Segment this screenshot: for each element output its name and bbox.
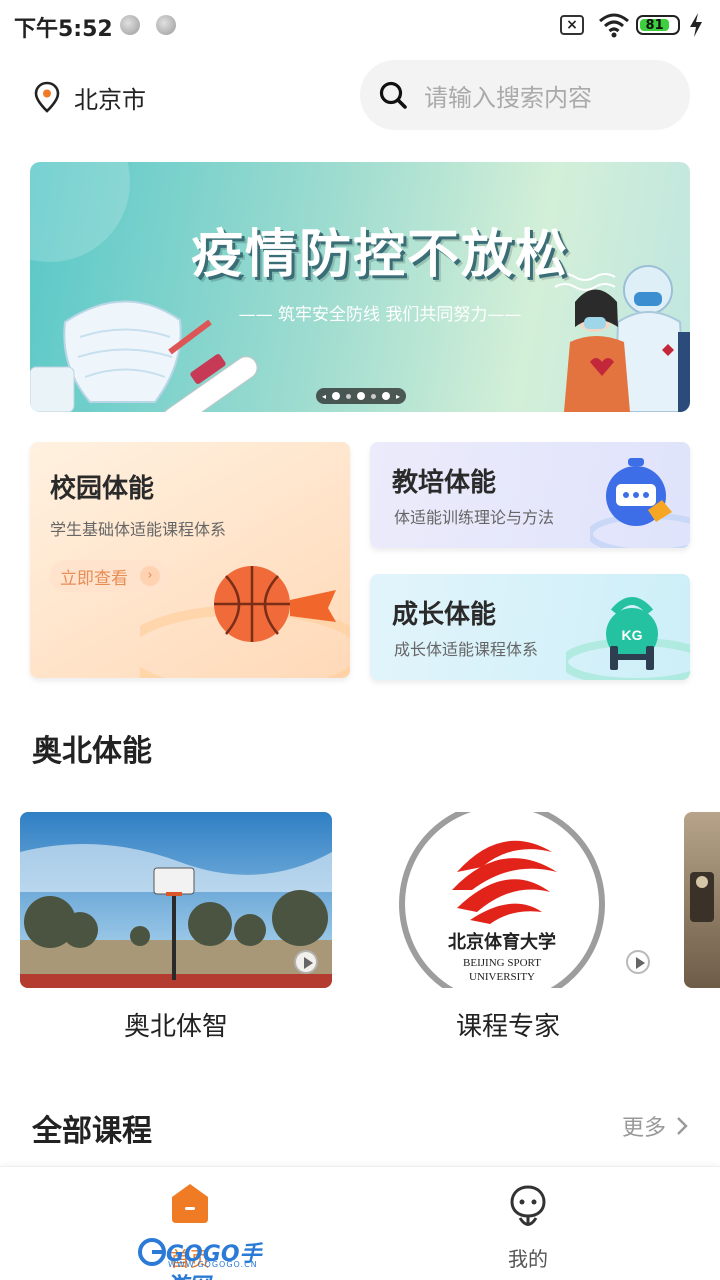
more-label: 更多 xyxy=(621,1116,666,1141)
card-subtitle: 体适能训练理论与方法 xyxy=(394,508,555,527)
search-bar[interactable]: 请输入搜索内容 xyxy=(360,60,690,130)
category-card-campus[interactable]: 校园体能 学生基础体适能课程体系 立即查看 › xyxy=(30,442,350,678)
battery-icon: 81 xyxy=(636,15,680,35)
status-bar: 下午5:52 × 81 xyxy=(0,0,720,52)
city-label: 北京市 xyxy=(74,85,146,114)
card-subtitle: 成长体适能课程体系 xyxy=(394,640,539,659)
play-icon xyxy=(626,950,650,974)
bottom-navigation: 首页 我的 xyxy=(0,1166,720,1280)
status-time: 下午5:52 xyxy=(14,17,113,42)
card-title: 校园体能 xyxy=(50,474,155,504)
indicator-dot xyxy=(371,393,376,399)
category-card-coach[interactable]: 教培体能 体适能训练理论与方法 xyxy=(370,442,690,548)
wifi-icon xyxy=(599,13,629,38)
notification-icon xyxy=(156,15,176,35)
indicator-dot xyxy=(332,392,340,400)
more-link[interactable]: 更多 xyxy=(622,1110,688,1142)
course-tile-image[interactable]: 北京体育大学 BEIJING SPORT UNIVERSITY xyxy=(352,812,664,988)
home-icon xyxy=(172,1184,208,1223)
watermark-url: WWW.GOGOGO.CN xyxy=(168,1260,258,1269)
kg-label: KG xyxy=(622,627,643,643)
logo-chinese-text: 北京体育大学 xyxy=(448,931,556,953)
banner-title: 疫情防控不放松 xyxy=(190,225,569,285)
indicator-right-arrow-icon: ▸ xyxy=(396,391,401,401)
basketball-court-image xyxy=(20,812,332,988)
nav-mine-label: 我的 xyxy=(508,1247,548,1271)
search-icon xyxy=(379,81,407,109)
course-tile-label[interactable]: 奥北体智 xyxy=(20,1006,332,1043)
category-card-growth[interactable]: 成长体能 成长体适能课程体系 KG xyxy=(370,574,690,680)
location-selector[interactable]: 北京市 xyxy=(34,80,146,114)
watermark-text: GOGO手游网 xyxy=(166,1242,262,1280)
play-icon xyxy=(294,950,318,974)
banner-subtitle: —— 筑牢安全防线 我们共同努力—— xyxy=(238,305,522,325)
featured-section-title: 奥北体能 xyxy=(32,734,152,769)
location-pin-icon xyxy=(34,81,60,113)
charging-icon xyxy=(690,13,702,37)
logo-english-line2: UNIVERSITY xyxy=(469,971,535,983)
kettlebell-icon: KG xyxy=(566,597,690,680)
card-subtitle: 学生基础体适能课程体系 xyxy=(50,520,227,539)
nav-mine-tab[interactable]: 我的 xyxy=(448,1181,608,1277)
indicator-left-arrow-icon: ◂ xyxy=(321,391,326,401)
indicator-dot xyxy=(346,393,351,399)
notification-icon xyxy=(120,15,140,35)
watermark-logo: GOGO手游网 WWW.GOGOGO.CN xyxy=(138,1234,278,1280)
all-courses-title: 全部课程 xyxy=(32,1114,152,1149)
university-logo-image: 北京体育大学 BEIJING SPORT UNIVERSITY xyxy=(399,812,605,988)
user-icon xyxy=(510,1185,546,1226)
indicator-dot-active xyxy=(382,392,390,400)
carousel-indicator: ◂ ▸ xyxy=(316,388,406,404)
chevron-right-icon xyxy=(677,1117,688,1135)
battery-level: 81 xyxy=(640,19,670,32)
card-title: 成长体能 xyxy=(392,600,497,630)
card-title: 教培体能 xyxy=(392,468,497,498)
logo-english-line1: BEIJING SPORT xyxy=(463,957,541,969)
course-tile-image[interactable] xyxy=(684,812,720,988)
no-sim-icon: × xyxy=(560,15,584,35)
course-tile-label[interactable]: 课程专家 xyxy=(352,1006,664,1043)
view-now-label: 立即查看 xyxy=(60,568,128,589)
indicator-dot xyxy=(357,392,365,400)
course-tile-image[interactable] xyxy=(20,812,332,988)
watermark-g-icon xyxy=(138,1238,166,1266)
banner-illustration xyxy=(30,265,690,412)
basketball-icon xyxy=(140,566,350,678)
weights-image xyxy=(690,872,714,922)
stopwatch-icon xyxy=(590,458,690,548)
banner-carousel[interactable]: 疫情防控不放松 —— 筑牢安全防线 我们共同努力—— ◂ ▸ xyxy=(30,162,690,412)
search-input[interactable]: 请输入搜索内容 xyxy=(424,78,592,113)
